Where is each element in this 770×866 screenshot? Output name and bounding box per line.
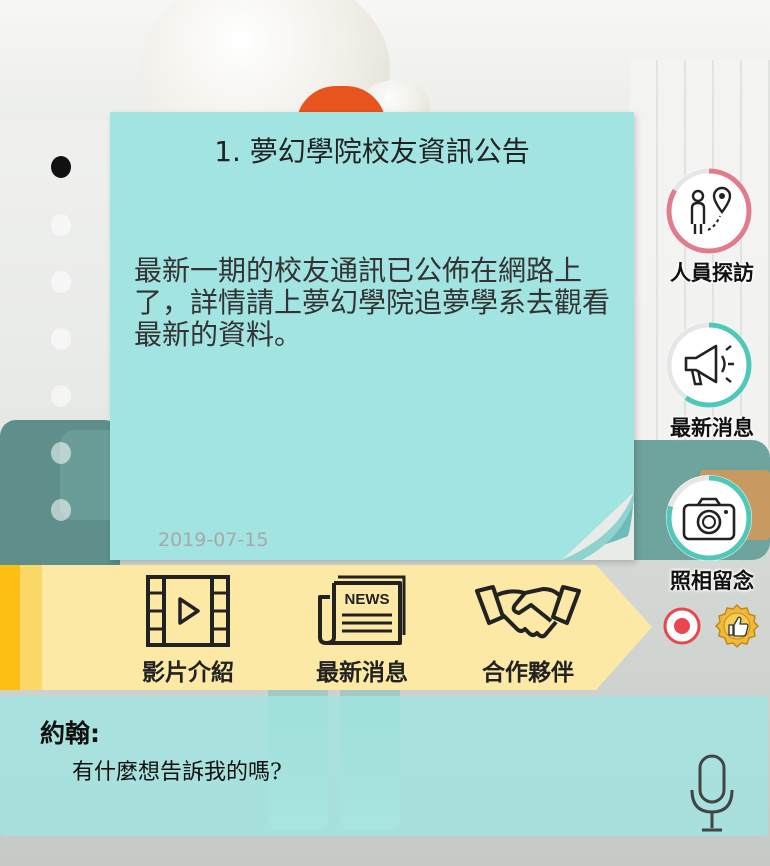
notice-title: 1. 夢幻學院校友資訊公告 <box>214 135 530 168</box>
partners-button[interactable]: 合作夥伴 <box>468 573 588 686</box>
notice-date: 2019-07-15 <box>158 529 269 551</box>
svg-text:NEWS: NEWS <box>345 591 390 608</box>
photo-label: 照相留念 <box>670 569 754 593</box>
visit-label: 人員探訪 <box>670 261 754 285</box>
video-intro-button[interactable]: 影片介紹 <box>128 573 248 686</box>
banner-accent-dark <box>0 565 20 690</box>
partners-label: 合作夥伴 <box>482 660 574 686</box>
news-icon: NEWS <box>318 575 406 645</box>
news-label: 最新消息 <box>316 660 408 686</box>
speaker-name: 約翰: <box>40 719 100 748</box>
video-icon <box>146 575 230 647</box>
page-dot-1[interactable] <box>51 156 71 178</box>
dialog-box: 約翰: 有什麼想告訴我的嗎? <box>0 696 768 836</box>
feature-banner: 影片介紹 NEWS 最新消息 合作夥伴 <box>0 565 652 690</box>
page-dot-3[interactable] <box>51 271 71 293</box>
record-icon[interactable] <box>662 606 702 646</box>
page-dot-4[interactable] <box>51 328 71 350</box>
page-curl-icon <box>562 492 634 560</box>
photo-button[interactable] <box>666 475 752 561</box>
latest-news-button[interactable] <box>666 322 752 408</box>
visit-button[interactable] <box>666 168 752 254</box>
dialog-message: 有什麼想告訴我的嗎? <box>72 760 282 785</box>
news-button[interactable]: NEWS 最新消息 <box>302 573 422 686</box>
banner-accent-light <box>20 565 42 690</box>
latest-news-label: 最新消息 <box>670 416 754 440</box>
camera-icon <box>682 497 736 541</box>
page-dot-6[interactable] <box>51 442 71 464</box>
handshake-icon <box>475 585 581 639</box>
notice-body: 最新一期的校友通訊已公佈在網路上了，詳情請上夢幻學院追夢學系去觀看最新的資料。 <box>134 254 611 351</box>
thumbs-up-icon[interactable] <box>714 603 760 649</box>
page-dot-7[interactable] <box>51 499 71 521</box>
microphone-icon[interactable] <box>686 754 738 836</box>
megaphone-icon <box>684 344 734 386</box>
page-dot-2[interactable] <box>51 214 71 236</box>
video-intro-label: 影片介紹 <box>142 660 234 686</box>
notice-note: 1. 夢幻學院校友資訊公告 最新一期的校友通訊已公佈在網路上了，詳情請上夢幻學院… <box>110 112 634 560</box>
visit-person-icon <box>690 186 732 234</box>
page-dot-5[interactable] <box>51 385 71 407</box>
